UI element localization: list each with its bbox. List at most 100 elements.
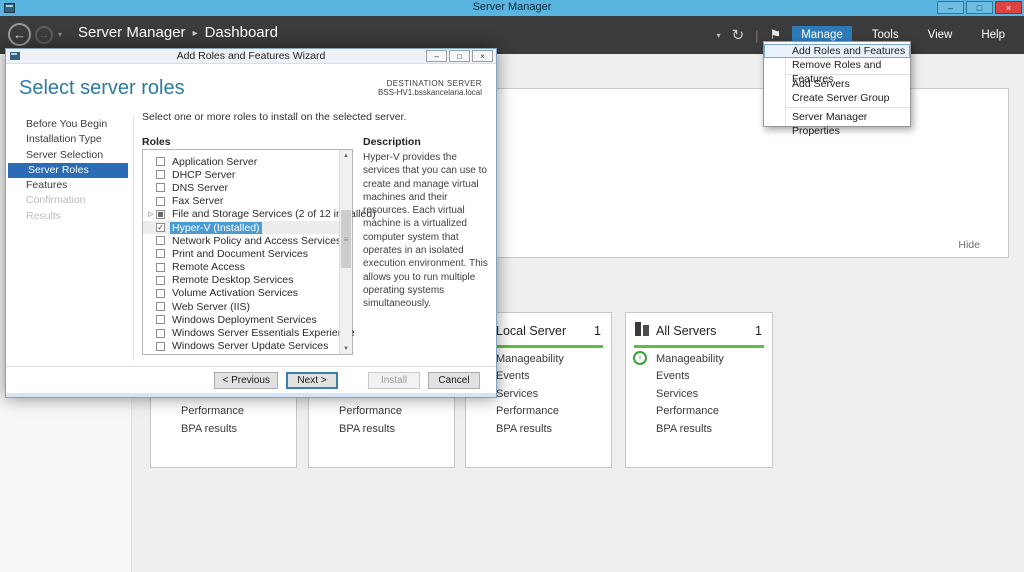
manage-dropdown-menu: Add Roles and Features Remove Roles and … [763, 41, 911, 127]
role-checkbox[interactable] [156, 329, 165, 338]
role-print-document[interactable]: Print and Document Services [143, 247, 339, 260]
role-checkbox-checked[interactable]: ✓ [156, 223, 165, 232]
step-before-you-begin[interactable]: Before You Begin [6, 117, 128, 132]
breadcrumb-root[interactable]: Server Manager [78, 24, 186, 41]
close-icon[interactable]: × [995, 1, 1022, 14]
menu-item-create-server-group[interactable]: Create Server Group [764, 91, 910, 105]
wizard-titlebar[interactable]: Add Roles and Features Wizard – □ × [6, 49, 496, 64]
breadcrumb: Server Manager▸Dashboard [78, 24, 278, 41]
role-checkbox[interactable] [156, 315, 165, 324]
role-checkbox[interactable] [156, 170, 165, 179]
role-dhcp-server[interactable]: DHCP Server [143, 168, 339, 181]
role-hyper-v[interactable]: ✓Hyper-V (Installed) [143, 221, 339, 234]
tile-row-performance[interactable]: Performance [181, 405, 244, 417]
step-features[interactable]: Features [6, 178, 128, 193]
role-checkbox[interactable] [156, 289, 165, 298]
roles-scrollbar[interactable]: ▲ ≡ ▼ [339, 150, 352, 354]
scroll-down-icon[interactable]: ▼ [340, 343, 352, 354]
tile-row-performance[interactable]: Performance [656, 405, 719, 417]
role-remote-access[interactable]: Remote Access [143, 261, 339, 274]
previous-button[interactable]: < Previous [214, 372, 278, 389]
scrollbar-thumb[interactable]: ≡ [341, 210, 351, 268]
server-icon [634, 321, 650, 343]
role-file-storage-services[interactable]: ▷File and Storage Services (2 of 12 inst… [143, 208, 339, 221]
tile-row-bpa[interactable]: BPA results [181, 423, 237, 435]
role-windows-deployment[interactable]: Windows Deployment Services [143, 313, 339, 326]
menu-view[interactable]: View [919, 26, 962, 44]
role-volume-activation[interactable]: Volume Activation Services [143, 287, 339, 300]
hide-link[interactable]: Hide [958, 239, 980, 251]
tile-row-events[interactable]: Events [496, 370, 530, 382]
back-icon[interactable]: ← [8, 23, 31, 46]
notifications-caret-icon[interactable]: ▾ [717, 31, 721, 40]
menu-separator [786, 107, 910, 108]
tile-title: All Servers [656, 324, 716, 338]
menu-help[interactable]: Help [972, 26, 1014, 44]
scroll-up-icon[interactable]: ▲ [340, 150, 352, 161]
step-confirmation: Confirmation [6, 193, 128, 208]
close-icon[interactable]: × [472, 50, 493, 62]
role-remote-desktop[interactable]: Remote Desktop Services [143, 274, 339, 287]
server-manager-screen: Server Manager – □ × ← → ▾ Server Manage… [0, 0, 1024, 572]
tile-title: Local Server [496, 324, 566, 338]
role-checkbox-indeterminate[interactable] [156, 210, 165, 219]
step-installation-type[interactable]: Installation Type [6, 132, 128, 147]
tile-row-manageability[interactable]: Manageability [496, 353, 564, 365]
role-checkbox[interactable] [156, 183, 165, 192]
tile-row-bpa[interactable]: BPA results [496, 423, 552, 435]
all-servers-tile[interactable]: All Servers 1 ↑ Manageability Events Ser… [625, 312, 773, 468]
role-application-server[interactable]: Application Server [143, 155, 339, 168]
minimize-icon[interactable]: – [937, 1, 964, 14]
cancel-button[interactable]: Cancel [428, 372, 480, 389]
tile-row-bpa[interactable]: BPA results [339, 423, 395, 435]
minimize-icon[interactable]: – [426, 50, 447, 62]
tile-row-bpa[interactable]: BPA results [656, 423, 712, 435]
forward-icon[interactable]: → [35, 26, 53, 44]
maximize-icon[interactable]: □ [449, 50, 470, 62]
tile-row-performance[interactable]: Performance [339, 405, 402, 417]
step-results: Results [6, 209, 128, 224]
tile-row-performance[interactable]: Performance [496, 405, 559, 417]
refresh-icon[interactable]: ↻ [732, 26, 745, 44]
tile-status-line [634, 345, 764, 348]
window-title: Server Manager [0, 1, 1024, 13]
tile-row-events[interactable]: Events [656, 370, 690, 382]
menu-item-server-manager-properties[interactable]: Server Manager Properties [764, 110, 910, 124]
restore-icon[interactable]: □ [966, 1, 993, 14]
wizard-nav-divider [133, 115, 134, 361]
check-icon: ✓ [157, 224, 164, 232]
menu-item-remove-roles-and-features[interactable]: Remove Roles and Features [764, 58, 910, 72]
role-web-server-iis[interactable]: Web Server (IIS) [143, 300, 339, 313]
description-text: Hyper-V provides the services that you c… [363, 151, 491, 311]
destination-server-name: BSS-HV1.bsskancelaria.local [378, 88, 482, 97]
tile-row-services[interactable]: Services [656, 388, 698, 400]
role-checkbox[interactable] [156, 249, 165, 258]
role-checkbox[interactable] [156, 236, 165, 245]
role-checkbox[interactable] [156, 276, 165, 285]
role-checkbox[interactable] [156, 157, 165, 166]
menu-item-add-servers[interactable]: Add Servers [764, 77, 910, 91]
step-server-roles[interactable]: Server Roles [8, 163, 128, 178]
role-checkbox[interactable] [156, 302, 165, 311]
role-network-policy[interactable]: Network Policy and Access Services [143, 234, 339, 247]
menu-item-add-roles-and-features[interactable]: Add Roles and Features [764, 44, 910, 58]
nav-history-caret-icon[interactable]: ▾ [58, 30, 62, 39]
breadcrumb-current[interactable]: Dashboard [205, 24, 278, 41]
tile-row-manageability[interactable]: Manageability [656, 353, 724, 365]
tile-row-services[interactable]: Services [496, 388, 538, 400]
role-checkbox[interactable] [156, 342, 165, 351]
role-dns-server[interactable]: DNS Server [143, 181, 339, 194]
window-titlebar: Server Manager – □ × [0, 0, 1024, 16]
add-roles-features-wizard: Add Roles and Features Wizard – □ × Sele… [5, 48, 497, 398]
role-server-essentials[interactable]: Windows Server Essentials Experience [143, 326, 339, 339]
expander-icon[interactable]: ▷ [146, 210, 156, 218]
manageability-up-icon: ↑ [633, 351, 647, 365]
role-checkbox[interactable] [156, 197, 165, 206]
role-fax-server[interactable]: Fax Server [143, 195, 339, 208]
step-server-selection[interactable]: Server Selection [6, 148, 128, 163]
wizard-title: Add Roles and Features Wizard [6, 50, 496, 62]
role-checkbox[interactable] [156, 263, 165, 272]
tile-count: 1 [755, 324, 762, 338]
next-button[interactable]: Next > [286, 372, 338, 389]
role-wsus[interactable]: Windows Server Update Services [143, 340, 339, 353]
